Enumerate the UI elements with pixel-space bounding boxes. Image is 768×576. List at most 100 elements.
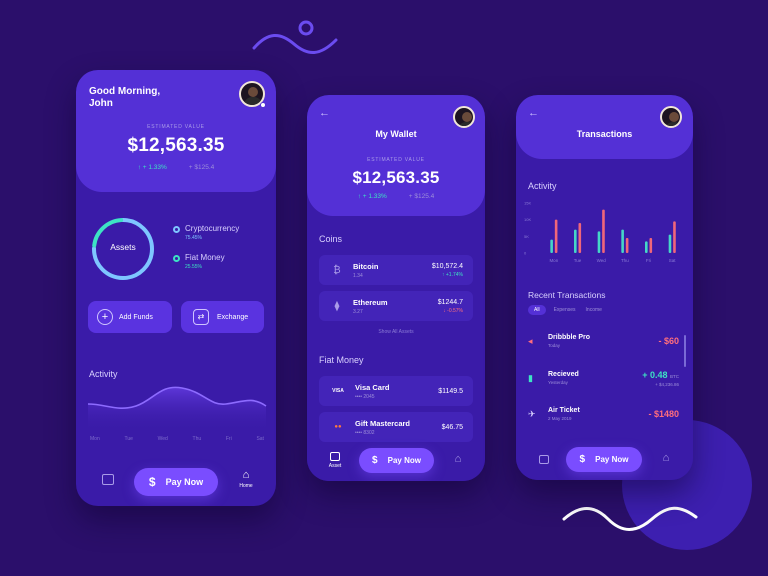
pay-now-button[interactable]: $ Pay Now — [134, 468, 218, 496]
bar — [554, 219, 558, 253]
x-tick-label: Sat — [669, 258, 677, 263]
avatar[interactable] — [660, 106, 682, 128]
transaction-row[interactable]: ◂ Dribbble Pro Today - $60 — [528, 327, 679, 355]
ethereum-icon: ⧫ — [334, 300, 340, 312]
coin-row-ethereum[interactable]: ⧫ Ethereum 3.27 $1244.7 ↓ -0.57% — [319, 291, 473, 321]
user-name: John — [89, 98, 113, 109]
fiat-name: Gift Mastercard — [355, 418, 411, 428]
received-icon: ▮ — [528, 372, 533, 383]
legend-dot-crypto — [173, 226, 180, 233]
fiat-row-visa[interactable]: VISA Visa Card •••• 2045 $1149.5 — [319, 376, 473, 406]
tx-amount: - $1480 — [648, 409, 679, 419]
wallet-icon[interactable] — [102, 474, 114, 485]
phone-home-screen: Good Morning, John ESTIMATED VALUE $12,5… — [76, 70, 276, 506]
tx-date: Today — [548, 343, 561, 348]
filter-tab-all[interactable]: All — [528, 305, 546, 315]
transactions-header: ← Transactions — [516, 95, 693, 159]
greeting-line: Good Morning, — [89, 86, 161, 97]
phone-wallet-screen: ← My Wallet ESTIMATED VALUE $12,563.35 ↑… — [307, 95, 485, 481]
bitcoin-icon: ₿ — [333, 264, 341, 276]
wallet-header: ← My Wallet ESTIMATED VALUE $12,563.35 ↑… — [307, 95, 485, 216]
day-label: Wed — [157, 436, 168, 442]
y-tick-label: 5K — [524, 234, 529, 239]
filter-tabs: All Expenses Income — [528, 305, 604, 315]
show-all-assets-link[interactable]: Show All Assets — [307, 329, 485, 335]
asset-nav[interactable]: Asset — [324, 452, 346, 469]
phone-transactions-screen: ← Transactions Activity 15K 10K 5K 0 Mon Tue W… — [516, 95, 693, 480]
exchange-icon: ⇄ — [193, 309, 209, 325]
legend-fiat: Fiat Money 25.55% — [173, 253, 225, 270]
coin-change: ↓ -0.57% — [443, 307, 463, 314]
balance-deltas: ↑ + 1.33% + $125.4 — [307, 193, 485, 200]
bar — [621, 229, 624, 253]
activity-line-chart — [87, 386, 267, 432]
pay-now-button[interactable]: $ Pay Now — [566, 447, 642, 472]
activity-title: Activity — [89, 369, 118, 379]
dollar-icon: $ — [148, 475, 156, 489]
transaction-row[interactable]: ▮ Recieved Yesterday + 0.48 BTC + $4,236.… — [528, 364, 679, 392]
fiat-sub: •••• 8302 — [355, 429, 375, 436]
tx-sub-amount: + $4,236.86 — [655, 381, 679, 387]
home-header: Good Morning, John ESTIMATED VALUE $12,5… — [76, 70, 276, 192]
day-label: Tue — [124, 436, 133, 442]
visa-icon: VISA — [332, 388, 344, 394]
pay-now-label: Pay Now — [165, 477, 204, 487]
mastercard-icon: ●● — [334, 424, 342, 430]
transactions-title: Transactions — [576, 129, 633, 139]
day-label: Fri — [225, 436, 232, 442]
tx-amount-block: + 0.48 BTC + $4,236.86 — [642, 370, 679, 387]
tx-date: 2 May 2019 — [548, 416, 572, 421]
coin-amount: 1.34 — [353, 272, 363, 279]
coin-row-bitcoin[interactable]: ₿ Bitcoin 1.34 $10,572.4 ↑ +1.74% — [319, 255, 473, 285]
bar — [550, 239, 553, 253]
dollar-icon: $ — [579, 454, 586, 465]
home-nav[interactable]: ⌂ Home — [234, 469, 258, 490]
activity-bar-chart: 15K 10K 5K 0 Mon Tue Wed Thu Fri Sat — [524, 201, 677, 264]
legend-crypto-pct: 75.45% — [185, 235, 202, 241]
legend-dot-fiat — [173, 255, 180, 262]
recent-transactions-title: Recent Transactions — [528, 290, 606, 300]
transaction-row[interactable]: ✈ Air Ticket 2 May 2019 - $1480 — [528, 400, 679, 428]
estimated-value-label: ESTIMATED VALUE — [147, 124, 205, 130]
delta-amount: + $125.4 — [188, 164, 215, 171]
home-icon[interactable]: ⌂ — [658, 452, 674, 464]
fiat-value: $1149.5 — [438, 387, 463, 395]
legend-crypto: Cryptocurrency 75.45% — [173, 224, 239, 241]
balance-value: $12,563.35 — [127, 135, 225, 156]
tx-date: Yesterday — [548, 380, 568, 385]
day-labels: Mon Tue Wed Thu Fri Sat — [90, 436, 264, 442]
add-funds-label: Add Funds — [119, 313, 153, 321]
bar — [673, 221, 676, 253]
dribbble-icon: ◂ — [528, 335, 533, 346]
wallet-icon[interactable] — [539, 455, 549, 464]
exchange-button[interactable]: ⇄ Exchange — [181, 301, 264, 333]
ring-label: Assets — [110, 242, 136, 252]
bar — [602, 209, 605, 253]
filter-tab-income[interactable]: Income — [584, 305, 604, 315]
home-icon: ⌂ — [242, 469, 250, 481]
bar — [668, 234, 672, 253]
coin-name: Bitcoin — [353, 261, 379, 271]
activity-title: Activity — [528, 181, 557, 191]
estimated-value-label: ESTIMATED VALUE — [367, 157, 425, 163]
pay-now-button[interactable]: $ Pay Now — [359, 448, 434, 473]
add-funds-button[interactable]: + Add Funds — [88, 301, 172, 333]
day-label: Sat — [256, 436, 264, 442]
greeting: Good Morning, John — [89, 86, 160, 110]
legend-fiat-pct: 25.55% — [185, 264, 202, 270]
day-label: Thu — [192, 436, 202, 442]
avatar[interactable] — [453, 106, 475, 128]
home-icon[interactable]: ⌂ — [450, 453, 466, 465]
x-tick-label: Mon — [549, 258, 558, 263]
tx-amount: + 0.48 — [642, 369, 668, 380]
coin-value: $1244.7 — [437, 298, 463, 306]
online-indicator — [260, 102, 266, 108]
scrollbar[interactable] — [684, 335, 686, 367]
back-arrow-icon[interactable]: ← — [319, 107, 330, 119]
filter-tab-expenses[interactable]: Expenses — [552, 305, 578, 315]
bar — [574, 229, 577, 253]
balance-value: $12,563.35 — [352, 168, 440, 187]
asset-label: Asset — [328, 463, 342, 469]
fiat-row-mastercard[interactable]: ●● Gift Mastercard •••• 8302 $46.75 — [319, 412, 473, 442]
back-arrow-icon[interactable]: ← — [528, 107, 539, 119]
